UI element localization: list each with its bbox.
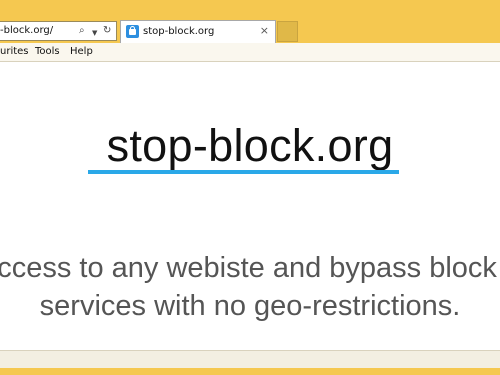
tab-label: stop-block.org <box>143 26 215 37</box>
menu-tools[interactable]: Tools <box>35 46 60 57</box>
web-page: stop-block.org access to any webiste and… <box>0 62 500 350</box>
new-tab-button[interactable] <box>277 21 298 42</box>
browser-chrome: -block.org/ ⌕ ▼ ↻ stop-block.org × urite… <box>0 0 500 62</box>
tagline: access to any webiste and bypass block s… <box>0 249 500 325</box>
menu-help[interactable]: Help <box>70 46 93 57</box>
address-bar[interactable]: -block.org/ ⌕ ▼ ↻ <box>0 21 117 41</box>
lock-favicon-icon <box>126 25 139 38</box>
status-bar <box>0 350 500 368</box>
address-bar-url[interactable]: -block.org/ <box>0 25 53 36</box>
title-underline <box>88 170 399 174</box>
dropdown-arrow-icon[interactable]: ▼ <box>92 27 97 39</box>
tagline-line-1: access to any webiste and bypass block <box>0 252 497 284</box>
refresh-icon[interactable]: ↻ <box>103 25 111 37</box>
tagline-line-2: services with no geo-restrictions. <box>39 290 461 322</box>
window-bottom-edge <box>0 368 500 375</box>
close-tab-icon[interactable]: × <box>260 24 269 37</box>
tab-stop-block[interactable]: stop-block.org × <box>120 20 276 43</box>
menu-bar: urites Tools Help <box>0 43 500 62</box>
menu-favourites[interactable]: urites <box>0 46 29 57</box>
search-icon[interactable]: ⌕ <box>79 25 85 37</box>
site-title: stop-block.org <box>106 120 394 171</box>
